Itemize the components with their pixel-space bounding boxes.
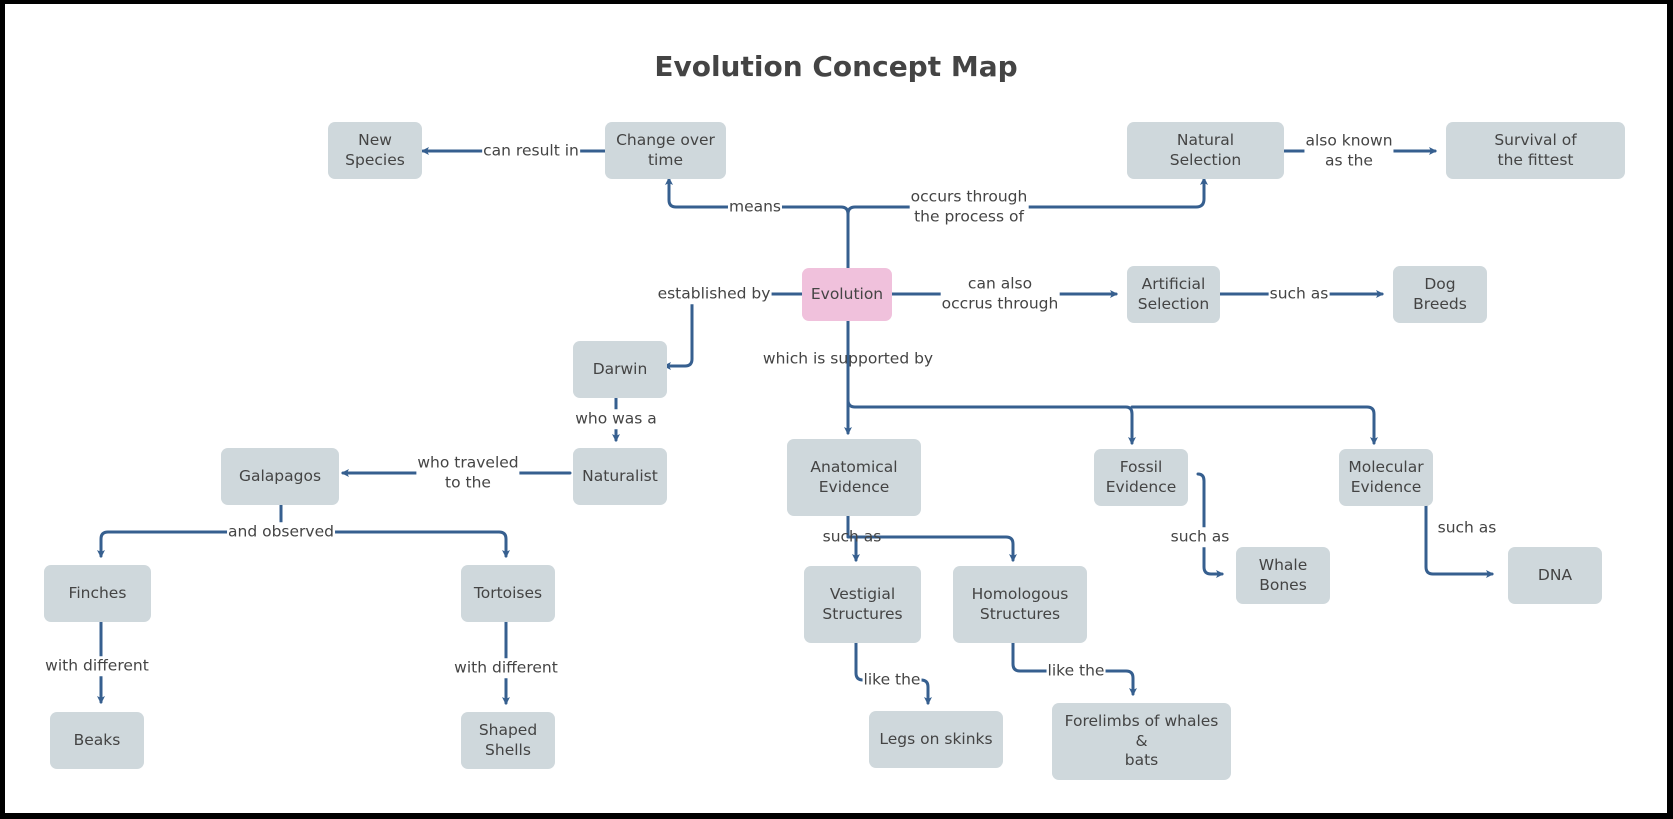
node-homologous-structures[interactable]: Homologous Structures — [953, 566, 1087, 643]
edge-label-supported-by: which is supported by — [762, 349, 934, 368]
node-vestigial-structures[interactable]: Vestigial Structures — [804, 566, 921, 643]
edge-label-and-observed: and observed — [227, 522, 335, 542]
edge-such-as-fossil — [1196, 472, 1224, 578]
node-forelimbs[interactable]: Forelimbs of whales & bats — [1052, 703, 1231, 780]
node-dog-breeds[interactable]: Dog Breeds — [1393, 266, 1487, 323]
node-evolution[interactable]: Evolution — [802, 268, 892, 321]
node-legs-on-skinks[interactable]: Legs on skinks — [869, 711, 1003, 768]
edge-label-such-as-fossil: such as — [1169, 527, 1231, 547]
node-natural-selection[interactable]: Natural Selection — [1127, 122, 1284, 179]
edge-label-like-the-homologous: like the — [1046, 661, 1106, 681]
edge-label-such-as-molecular: such as — [1436, 518, 1498, 538]
edge-means — [665, 177, 850, 271]
node-fossil-evidence[interactable]: Fossil Evidence — [1094, 449, 1188, 506]
edge-label-such-as-dog: such as — [1268, 284, 1330, 304]
node-survival-of-the-fittest[interactable]: Survival of the fittest — [1446, 122, 1625, 179]
concept-map-canvas: Evolution Concept Map Evolution Change o… — [5, 4, 1667, 813]
node-tortoises[interactable]: Tortoises — [461, 565, 555, 622]
node-darwin[interactable]: Darwin — [573, 341, 667, 398]
node-artificial-selection[interactable]: Artificial Selection — [1127, 266, 1220, 323]
node-whale-bones[interactable]: Whale Bones — [1236, 547, 1330, 604]
edge-label-can-also-occur: can also occrus through — [940, 274, 1060, 314]
edge-label-can-result-in: can result in — [482, 141, 580, 161]
edge-label-established-by: established by — [656, 284, 772, 304]
edge-label-occurs-through: occurs through the process of — [909, 187, 1029, 227]
edge-label-means: means — [727, 197, 783, 217]
node-shaped-shells[interactable]: Shaped Shells — [461, 712, 555, 769]
node-new-species[interactable]: New Species — [328, 122, 422, 179]
edge-supported-fossil — [846, 398, 1136, 445]
node-galapagos[interactable]: Galapagos — [221, 448, 339, 505]
node-molecular-evidence[interactable]: Molecular Evidence — [1339, 449, 1433, 506]
node-dna[interactable]: DNA — [1508, 547, 1602, 604]
node-anatomical-evidence[interactable]: Anatomical Evidence — [787, 439, 921, 516]
edge-label-such-as-anatomical: such as — [822, 527, 882, 546]
node-finches[interactable]: Finches — [44, 565, 151, 622]
edge-label-with-different-tortoises: with different — [453, 658, 559, 678]
edge-label-who-traveled: who traveled to the — [416, 453, 520, 493]
node-beaks[interactable]: Beaks — [50, 712, 144, 769]
node-change-over-time[interactable]: Change over time — [605, 122, 726, 179]
edges-layer — [97, 147, 1494, 705]
edge-label-who-was-a: who was a — [574, 409, 658, 429]
node-naturalist[interactable]: Naturalist — [573, 448, 667, 505]
edge-label-like-the-vestigial: like the — [862, 670, 922, 690]
edge-supported-molecular — [1130, 405, 1378, 445]
edge-label-with-different-finches: with different — [44, 656, 150, 676]
edge-label-also-known: also known as the — [1304, 131, 1394, 171]
